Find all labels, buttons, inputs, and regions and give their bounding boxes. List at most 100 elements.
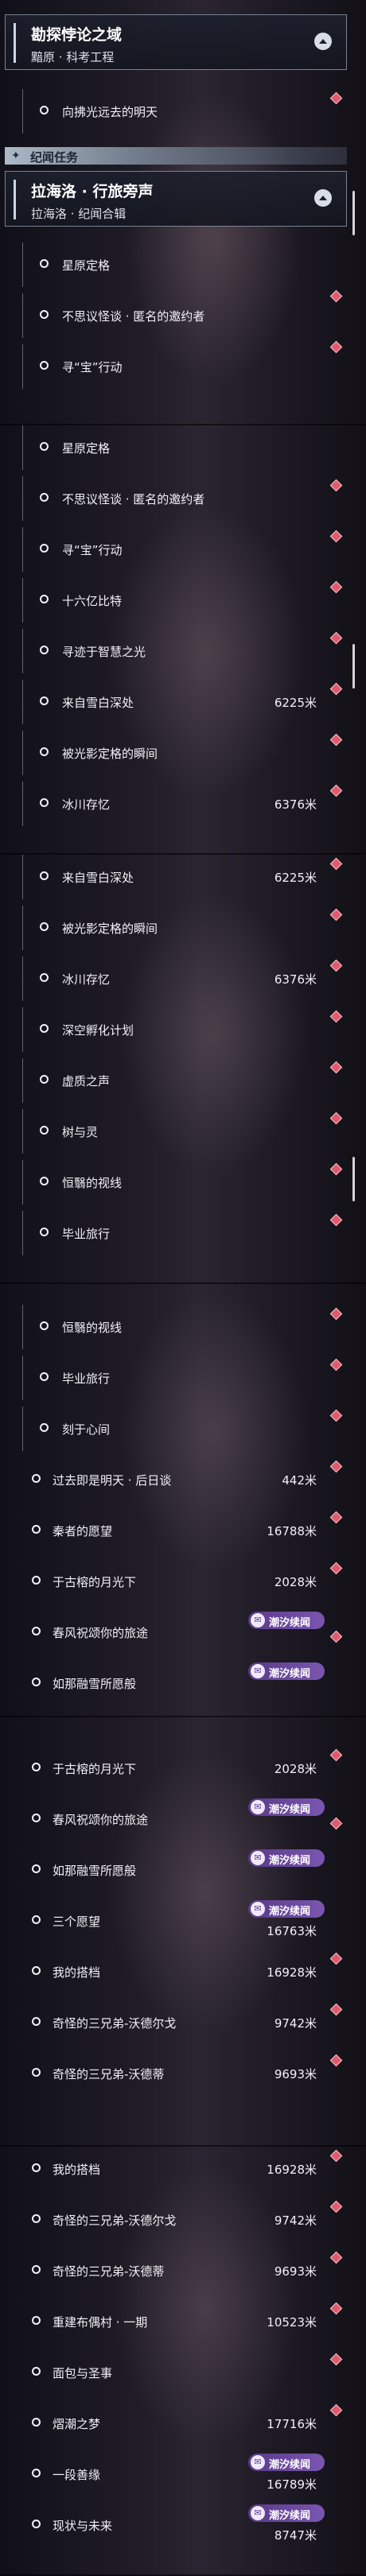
quest-row[interactable]: 深空孵化计划 xyxy=(5,1007,347,1052)
collapse-icon[interactable] xyxy=(314,33,332,50)
circle-icon xyxy=(32,1627,41,1635)
scrollbar-thumb[interactable] xyxy=(352,644,355,689)
quest-name: 毕业旅行 xyxy=(62,1227,111,1241)
circle-icon xyxy=(40,646,49,654)
circle-icon xyxy=(40,361,49,370)
distance-label: 9693米 xyxy=(274,2067,317,2081)
quest-name: 面包与圣事 xyxy=(53,2366,113,2380)
scrollbar-thumb[interactable] xyxy=(352,1157,355,1201)
quest-row[interactable]: 被光影定格的瞬间 xyxy=(5,731,347,775)
quest-row[interactable]: 面包与圣事 xyxy=(5,2350,347,2395)
badge-label: 潮汐续闻 xyxy=(269,1617,311,1629)
quest-row[interactable]: 熠潮之梦 17716米 xyxy=(5,2401,347,2446)
tree-line xyxy=(22,527,23,572)
tracking-diamond-icon xyxy=(329,1817,343,1830)
circle-icon xyxy=(40,259,49,268)
quest-row[interactable]: 寻迹于智慧之光 xyxy=(5,629,347,673)
quest-row[interactable]: 春风祝颂你的旅途 ✉ 潮汐续闻 xyxy=(5,1797,347,1841)
quest-row[interactable]: 不思议怪谈 · 匿名的邀约者 xyxy=(5,289,347,338)
quest-group-header[interactable]: 拉海洛 · 行旅旁声 拉海洛 · 纪闻合辑 xyxy=(5,171,347,227)
tree-line xyxy=(22,293,23,338)
quest-row[interactable]: 秦者的愿望 16788米 xyxy=(5,1508,347,1553)
quest-row[interactable]: 来自雪白深处 6225米 xyxy=(5,680,347,724)
quest-row[interactable]: 如那融雪所愿般 ✉ 潮汐续闻 xyxy=(5,1848,347,1892)
category-label: 纪闻任务 xyxy=(30,150,79,165)
quest-row[interactable]: 奇怪的三兄弟-沃德尔戈 9742米 xyxy=(5,2198,347,2242)
quest-row[interactable]: 于古榕的月光下 2028米 xyxy=(5,1559,347,1604)
tracking-diamond-icon xyxy=(329,91,343,105)
circle-icon xyxy=(40,310,49,319)
tide-icon: ✉ xyxy=(251,1851,265,1865)
quest-name: 寻“宝”行动 xyxy=(62,543,123,557)
quest-row[interactable]: 奇怪的三兄弟-沃德蒂 9693米 xyxy=(5,2248,347,2293)
quest-row[interactable]: 春风祝颂你的旅途 ✉ 潮汐续闻 xyxy=(5,1610,347,1655)
header-accent-bar xyxy=(14,180,16,219)
distance-label: 8747米 xyxy=(274,2528,317,2543)
quest-group-subtitle: 拉海洛 · 纪闻合辑 xyxy=(31,207,127,221)
quest-row[interactable]: 如那融雪所愿般 ✉ 潮汐续闻 xyxy=(5,1661,347,1705)
tracking-diamond-icon xyxy=(329,2200,343,2213)
tracking-diamond-icon xyxy=(329,1630,343,1643)
quest-group-header[interactable]: 勘探悖论之域 黯原 · 科考工程 xyxy=(5,14,347,70)
quest-row[interactable]: 三个愿望 ✉ 潮汐续闻 16763米 xyxy=(5,1899,347,1943)
quest-row[interactable]: 过去即是明天 · 后日谈 442米 xyxy=(5,1457,347,1502)
quest-name: 不思议怪谈 · 匿名的邀约者 xyxy=(62,492,205,506)
circle-icon xyxy=(40,595,49,603)
quest-row[interactable]: 不思议怪谈 · 匿名的邀约者 xyxy=(5,476,347,521)
quest-row[interactable]: 奇怪的三兄弟-沃德蒂 9693米 xyxy=(5,2051,347,2096)
collapse-icon[interactable] xyxy=(314,189,332,207)
tracking-diamond-icon xyxy=(329,289,343,303)
quest-row[interactable]: 我的搭档 16928米 xyxy=(5,1949,347,1994)
tree-line xyxy=(22,731,23,775)
quest-row[interactable]: 我的搭档 16928米 xyxy=(5,2147,347,2191)
quest-row[interactable]: 于古榕的月光下 2028米 xyxy=(5,1746,347,1790)
quest-name: 重建布偶村 · 一期 xyxy=(53,2315,148,2330)
quest-name: 向拂光远去的明天 xyxy=(62,105,158,119)
circle-icon xyxy=(40,1177,49,1185)
distance-label: 6376米 xyxy=(274,797,317,812)
tracking-diamond-icon xyxy=(329,530,343,543)
quest-row[interactable]: 刻于心间 xyxy=(5,1406,347,1451)
tracking-diamond-icon xyxy=(329,631,343,645)
quest-row[interactable]: 现状与未来 ✉ 潮汐续闻 8747米 xyxy=(5,2503,347,2547)
quest-row[interactable]: 冰川存忆 6376米 xyxy=(5,782,347,826)
tracking-diamond-icon xyxy=(329,1748,343,1762)
quest-row[interactable]: 十六亿比特 xyxy=(5,578,347,623)
quest-row[interactable]: 星原定格 xyxy=(5,425,347,470)
distance-label: 16928米 xyxy=(267,2163,317,2177)
circle-icon xyxy=(32,1474,41,1483)
quest-row[interactable]: 毕业旅行 xyxy=(5,1211,347,1255)
quest-row[interactable]: 恒翳的视线 xyxy=(5,1160,347,1205)
quest-row[interactable]: 星原定格 xyxy=(5,242,347,287)
quest-row[interactable]: 虚质之声 xyxy=(5,1058,347,1103)
quest-name: 不思议怪谈 · 匿名的邀约者 xyxy=(62,309,205,324)
quest-row[interactable]: 向拂光远去的明天 xyxy=(5,89,347,134)
circle-icon xyxy=(32,2265,41,2274)
quest-row[interactable]: 树与灵 xyxy=(5,1109,347,1154)
badge-label: 潮汐续闻 xyxy=(269,2459,311,2471)
quest-row[interactable]: 冰川存忆 6376米 xyxy=(5,956,347,1001)
quest-row[interactable]: 毕业旅行 xyxy=(5,1356,347,1400)
quest-row[interactable]: 寻“宝”行动 xyxy=(5,527,347,572)
tracking-diamond-icon xyxy=(329,580,343,594)
quest-row[interactable]: 恒翳的视线 xyxy=(5,1305,347,1349)
quest-row[interactable]: 一段善缘 ✉ 潮汐续闻 16789米 xyxy=(5,2452,347,2496)
quest-row[interactable]: 寻“宝”行动 xyxy=(5,340,347,389)
quest-row[interactable]: 重建布偶村 · 一期 10523米 xyxy=(5,2299,347,2344)
quest-row[interactable]: 奇怪的三兄弟-沃德尔戈 9742米 xyxy=(5,2000,347,2045)
quest-row[interactable]: 来自雪白深处 6225米 xyxy=(5,855,347,899)
scrollbar-thumb[interactable] xyxy=(352,191,355,235)
quest-name: 熠潮之梦 xyxy=(53,2417,101,2431)
badge-label: 潮汐续闻 xyxy=(269,2510,311,2522)
circle-icon xyxy=(32,2163,41,2172)
quest-row[interactable]: 被光影定格的瞬间 xyxy=(5,906,347,950)
category-bar: ✦ 纪闻任务 xyxy=(5,147,347,165)
tracking-diamond-icon xyxy=(329,2251,343,2264)
quest-name: 冰川存忆 xyxy=(62,797,111,812)
circle-icon xyxy=(32,2068,41,2077)
quest-group-title: 勘探悖论之域 xyxy=(31,26,123,44)
circle-icon xyxy=(32,1864,41,1873)
tracking-diamond-icon xyxy=(329,1061,343,1074)
tracking-diamond-icon xyxy=(329,784,343,797)
quest-name: 奇怪的三兄弟-沃德蒂 xyxy=(53,2067,165,2081)
